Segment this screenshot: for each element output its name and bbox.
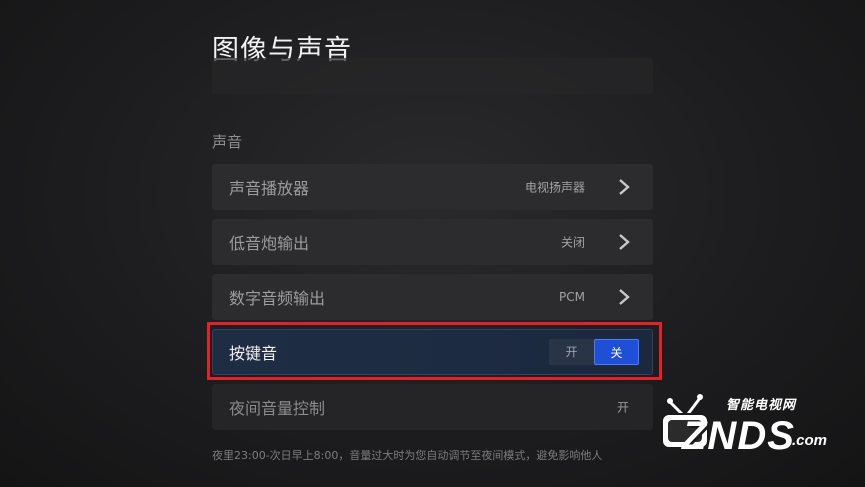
night-mode-footnote: 夜里23:00-次日早上8:00，音量过大时为您自动调节至夜间模式，避免影响他人 bbox=[212, 449, 603, 462]
section-header-sound: 声音 bbox=[212, 133, 243, 151]
row-label: 声音播放器 bbox=[229, 179, 310, 198]
red-highlight-frame bbox=[207, 322, 662, 380]
previous-setting-row-partial[interactable] bbox=[212, 58, 653, 94]
row-value: 电视扬声器 bbox=[524, 180, 585, 195]
chevron-right-icon bbox=[619, 234, 630, 250]
row-value: 关闭 bbox=[560, 235, 585, 250]
row-label: 夜间音量控制 bbox=[229, 399, 326, 418]
subwoofer-output-row[interactable]: 低音炮输出 关闭 bbox=[212, 219, 653, 265]
watermark-brand: ZNDS bbox=[682, 414, 795, 458]
digital-audio-output-row[interactable]: 数字音频输出 PCM bbox=[212, 274, 653, 320]
watermark-suffix: .com bbox=[792, 432, 828, 449]
row-label: 低音炮输出 bbox=[229, 234, 310, 253]
night-volume-control-row[interactable]: 夜间音量控制 开 bbox=[212, 384, 653, 430]
watermark-small-text: 智能电视网 bbox=[726, 398, 797, 413]
sound-player-row[interactable]: 声音播放器 电视扬声器 bbox=[212, 164, 653, 210]
row-value: 开 bbox=[616, 400, 629, 415]
chevron-right-icon bbox=[619, 179, 630, 195]
row-value: PCM bbox=[559, 290, 585, 304]
znds-watermark-logo: 智能电视网 ZNDS .com bbox=[648, 388, 848, 468]
chevron-right-icon bbox=[619, 289, 630, 305]
row-label: 数字音频输出 bbox=[229, 289, 326, 308]
